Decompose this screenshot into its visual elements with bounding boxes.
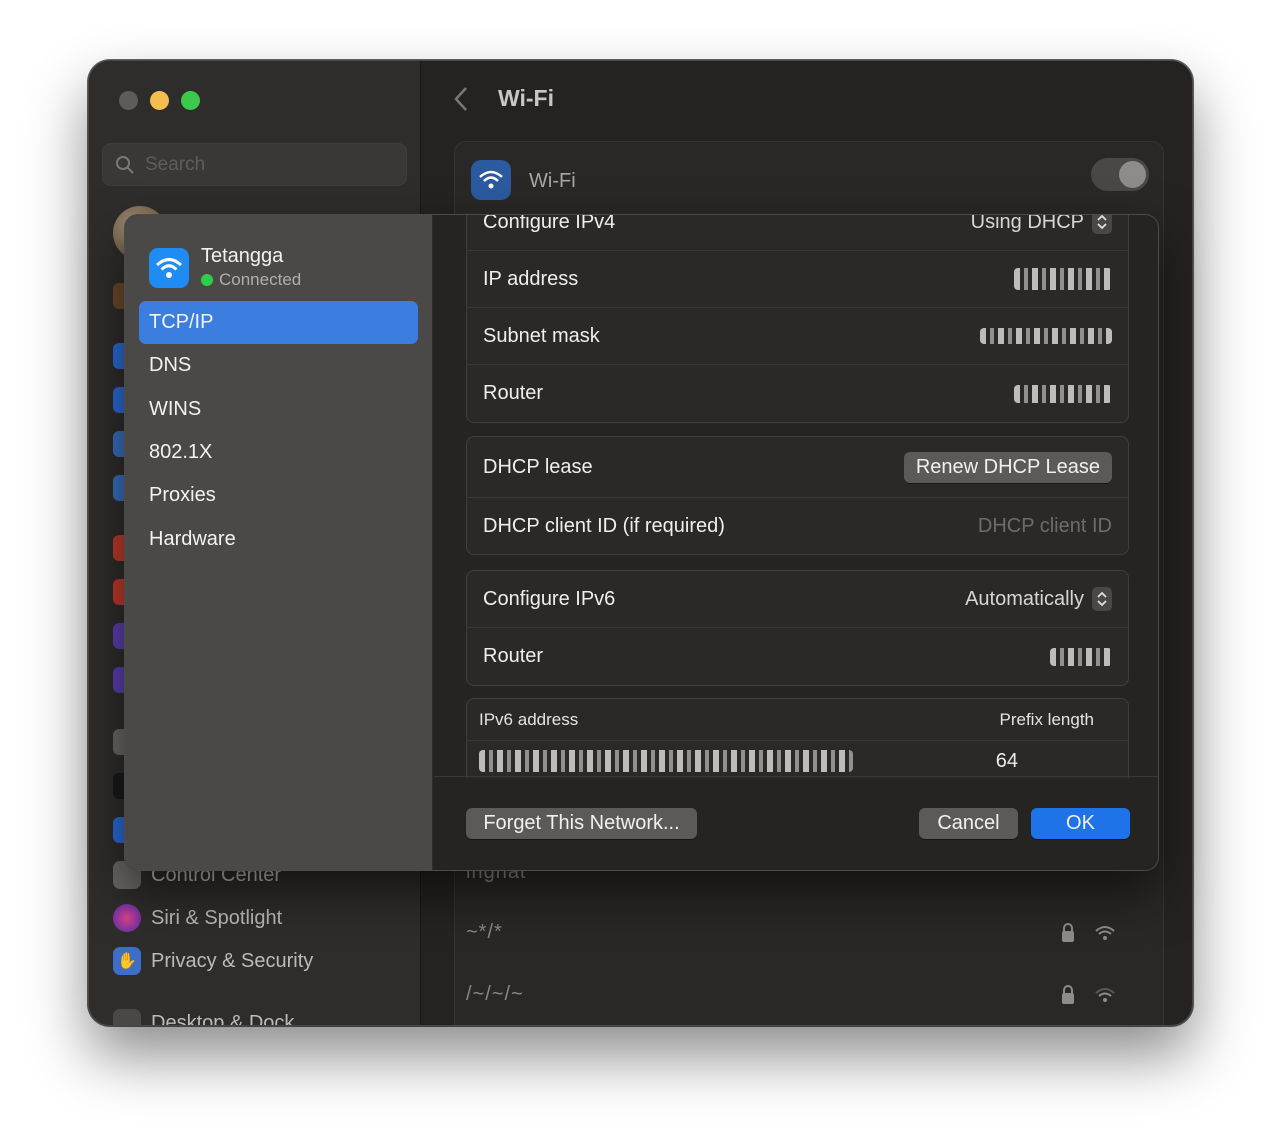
ipv6-router-row: Router <box>467 628 1128 685</box>
dialog-footer: Forget This Network... Cancel OK <box>434 776 1158 870</box>
wifi-toggle[interactable] <box>1091 158 1149 191</box>
ipv6-group: Configure IPv6 Automatically Router <box>466 570 1129 686</box>
configure-ipv6-select[interactable]: Automatically <box>965 587 1112 611</box>
network-name: ~*/* <box>466 921 503 943</box>
dhcp-client-id-row: DHCP client ID (if required) DHCP client… <box>467 498 1128 554</box>
network-details-dialog: Tetangga Connected TCP/IP DNS WINS 802.1… <box>124 214 1159 871</box>
network-row[interactable]: ~*/* <box>466 921 1116 944</box>
configure-ipv6-label: Configure IPv6 <box>483 587 616 610</box>
ipv6-address-redacted <box>479 750 853 772</box>
network-name: /~/~/~ <box>466 983 524 1005</box>
ipv4-router-redacted <box>1014 384 1112 403</box>
configure-ipv4-row: Configure IPv4 Using DHCP <box>467 215 1128 251</box>
siri-icon <box>113 904 141 932</box>
search-input[interactable] <box>145 153 395 176</box>
nav-item-tcpip[interactable]: TCP/IP <box>139 301 418 345</box>
prefix-length-value: 64 <box>995 749 1018 772</box>
sidebar-item-siri[interactable]: Siri & Spotlight <box>113 904 282 932</box>
dialog-nav: TCP/IP DNS WINS 802.1X Proxies Hardware <box>139 301 418 561</box>
column-prefix-length: Prefix length <box>999 709 1095 729</box>
sidebar-item-privacy[interactable]: ✋ Privacy & Security <box>113 947 313 975</box>
wifi-icon <box>471 160 511 200</box>
ipv4-router-row: Router <box>467 365 1128 422</box>
configure-ipv4-value: Using DHCP <box>970 215 1084 233</box>
network-header: Tetangga Connected <box>149 245 301 290</box>
sidebar-item-desktop[interactable]: Desktop & Dock <box>113 1009 295 1026</box>
page-title: Wi-Fi <box>498 85 554 111</box>
ipv6-router-label: Router <box>483 645 544 667</box>
dialog-sidebar: Tetangga Connected TCP/IP DNS WINS 802.1… <box>125 215 433 870</box>
search-icon <box>116 155 134 174</box>
column-ipv6-address: IPv6 address <box>479 709 579 729</box>
lock-icon <box>1062 922 1074 942</box>
dhcp-client-id-label: DHCP client ID (if required) <box>483 514 725 537</box>
maximize-window-button[interactable] <box>181 91 200 110</box>
dhcp-group: DHCP lease Renew DHCP Lease DHCP client … <box>466 436 1129 555</box>
wifi-signal-icon <box>1095 987 1115 1002</box>
nav-item-hardware[interactable]: Hardware <box>139 517 418 560</box>
table-header: IPv6 address Prefix length <box>467 699 1128 741</box>
cancel-button[interactable]: Cancel <box>919 808 1018 839</box>
dhcp-client-id-field[interactable]: DHCP client ID <box>978 515 1112 538</box>
connected-status-dot-icon <box>201 274 213 286</box>
ok-button[interactable]: OK <box>1031 808 1130 839</box>
sidebar-item-label: Siri & Spotlight <box>151 906 283 929</box>
nav-item-8021x[interactable]: 802.1X <box>139 431 418 474</box>
minimize-window-button[interactable] <box>150 91 169 110</box>
ipv4-group: Configure IPv4 Using DHCP IP address Sub… <box>466 215 1129 423</box>
dock-icon <box>113 1009 141 1025</box>
up-down-chevron-icon <box>1092 215 1112 234</box>
hand-icon: ✋ <box>113 947 141 975</box>
ip-address-redacted <box>1014 268 1112 290</box>
lock-icon <box>1062 984 1074 1004</box>
nav-item-dns[interactable]: DNS <box>139 344 418 387</box>
dhcp-lease-label: DHCP lease <box>483 455 593 478</box>
tcpip-settings: Configure IPv4 Using DHCP IP address Sub… <box>434 215 1158 778</box>
configure-ipv4-label: Configure IPv4 <box>483 215 616 233</box>
subnet-mask-row: Subnet mask <box>467 308 1128 365</box>
wifi-icon <box>149 247 189 288</box>
network-status: Connected <box>219 270 302 289</box>
configure-ipv6-value: Automatically <box>965 587 1084 610</box>
subnet-mask-label: Subnet mask <box>483 324 600 347</box>
ipv6-router-redacted <box>1050 647 1112 666</box>
ip-address-label: IP address <box>483 267 579 290</box>
sidebar-item-label: Desktop & Dock <box>151 1011 295 1026</box>
dhcp-lease-row: DHCP lease Renew DHCP Lease <box>467 437 1128 498</box>
sidebar-item-label: Privacy & Security <box>151 949 314 972</box>
configure-ipv4-select[interactable]: Using DHCP <box>971 215 1112 234</box>
wifi-label: Wi-Fi <box>529 170 576 192</box>
back-chevron-icon[interactable] <box>452 85 470 113</box>
renew-dhcp-lease-button[interactable]: Renew DHCP Lease <box>903 451 1112 483</box>
configure-ipv6-row: Configure IPv6 Automatically <box>467 571 1128 628</box>
network-name: Tetangga <box>201 245 284 267</box>
nav-item-proxies[interactable]: Proxies <box>139 474 418 517</box>
ipv6-address-table: IPv6 address Prefix length 64 <box>466 698 1129 778</box>
ipv4-router-label: Router <box>483 382 544 404</box>
close-window-button[interactable] <box>119 91 138 110</box>
forget-network-button[interactable]: Forget This Network... <box>466 808 697 839</box>
up-down-chevron-icon <box>1092 587 1112 611</box>
sidebar-search[interactable] <box>102 143 407 186</box>
subnet-mask-redacted <box>980 328 1112 344</box>
table-row[interactable]: 64 <box>467 741 1128 778</box>
wifi-signal-icon <box>1095 925 1115 940</box>
traffic-lights <box>119 91 200 110</box>
nav-item-wins[interactable]: WINS <box>139 388 418 431</box>
ip-address-row: IP address <box>467 251 1128 308</box>
network-row[interactable]: /~/~/~ <box>466 983 1116 1006</box>
